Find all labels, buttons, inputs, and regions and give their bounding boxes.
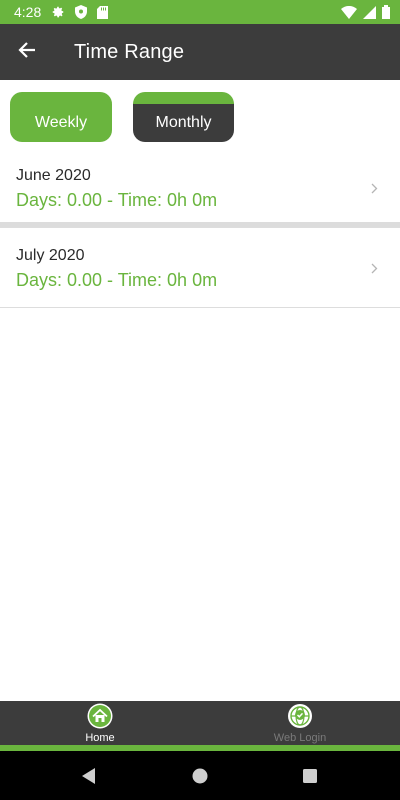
globe-check-icon	[287, 703, 313, 729]
list-item-july-2020[interactable]: July 2020 Days: 0.00 - Time: 0h 0m	[0, 228, 400, 308]
tab-bar: Weekly Monthly	[0, 80, 400, 227]
list-item-june-2020[interactable]: June 2020 Days: 0.00 - Time: 0h 0m	[0, 148, 400, 228]
list-item-subtitle: Days: 0.00 - Time: 0h 0m	[16, 270, 218, 290]
nav-web-login[interactable]: Web Login	[200, 701, 400, 745]
status-right	[341, 5, 390, 19]
arrow-left-icon	[18, 41, 36, 64]
sd-card-icon	[97, 5, 109, 19]
home-circle-icon[interactable]	[189, 765, 211, 787]
nav-home[interactable]: Home	[0, 701, 200, 745]
system-nav-bar	[0, 751, 400, 800]
time-range-list: June 2020 Days: 0.00 - Time: 0h 0m July …	[0, 148, 400, 308]
recents-square-icon[interactable]	[299, 765, 321, 787]
chevron-right-icon	[371, 181, 378, 199]
page-title: Time Range	[74, 40, 185, 63]
tab-weekly[interactable]: Weekly	[10, 92, 112, 142]
list-item-title: July 2020	[16, 247, 85, 264]
back-button[interactable]	[0, 24, 54, 80]
signal-icon	[363, 5, 376, 19]
battery-icon	[382, 5, 390, 19]
home-icon	[87, 703, 113, 729]
wifi-icon	[341, 5, 357, 19]
list-item-title: June 2020	[16, 167, 91, 184]
status-bar: 4:28	[0, 0, 400, 24]
back-triangle-icon[interactable]	[78, 765, 100, 787]
settings-icon	[51, 5, 65, 19]
app-bar: Time Range	[0, 24, 400, 80]
status-time: 4:28	[14, 4, 42, 20]
bottom-nav: Home Web Login	[0, 701, 400, 745]
nav-home-label: Home	[85, 732, 115, 744]
tab-monthly[interactable]: Monthly	[133, 92, 234, 142]
status-left: 4:28	[14, 4, 109, 20]
list-item-subtitle: Days: 0.00 - Time: 0h 0m	[16, 190, 218, 210]
shield-icon	[75, 5, 88, 19]
nav-web-login-label: Web Login	[273, 732, 327, 744]
chevron-right-icon	[371, 261, 378, 279]
